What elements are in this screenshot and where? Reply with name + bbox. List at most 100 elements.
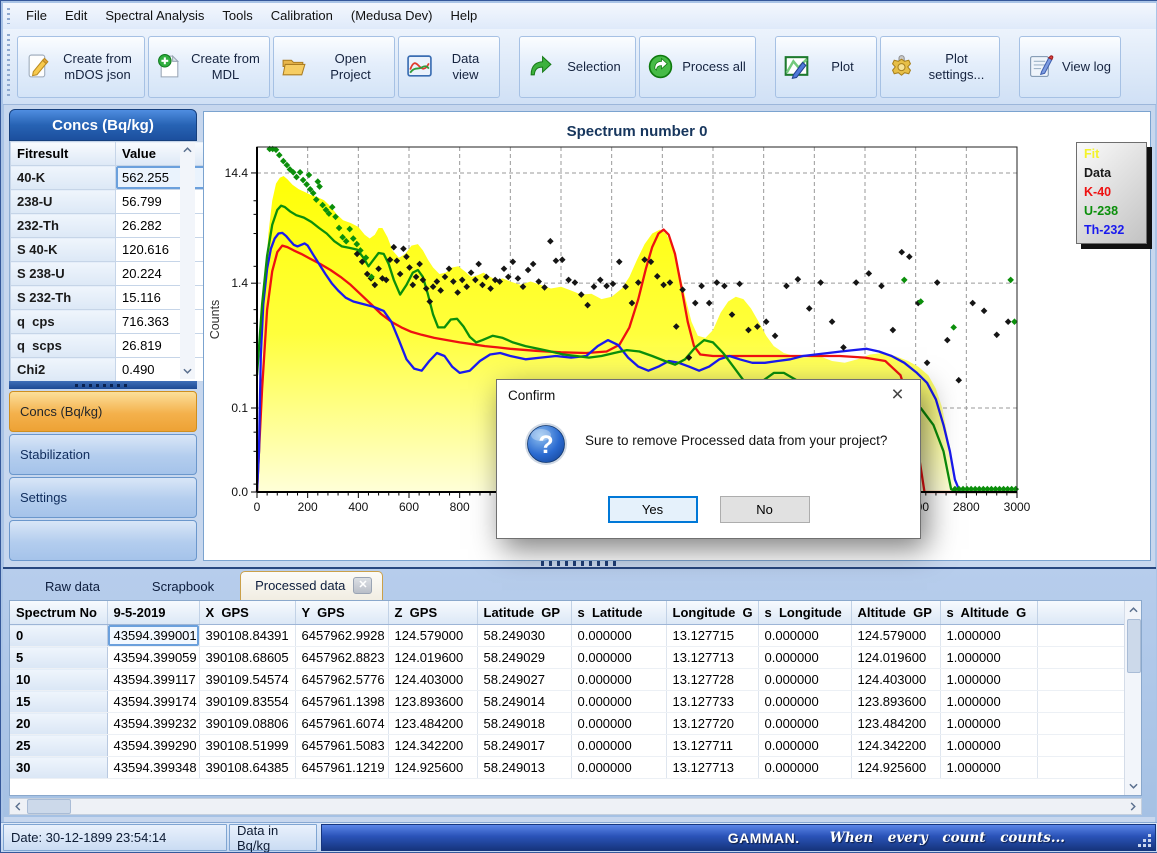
scroll-up-icon[interactable]	[180, 142, 195, 158]
column-header-altitude-gp[interactable]: Altitude GP	[851, 601, 940, 625]
data-cell[interactable]: 1.000000	[940, 735, 1037, 757]
tab-scrapbook[interactable]: Scrapbook	[126, 574, 240, 600]
data-cell[interactable]: 390109.83554	[199, 691, 295, 713]
data-cell[interactable]: 43594.399348	[107, 757, 199, 779]
fitresult-name[interactable]: 40-K	[11, 166, 116, 190]
data-cell[interactable]: 6457962.5776	[295, 669, 388, 691]
data-cell[interactable]: 390108.51999	[199, 735, 295, 757]
column-header-y-gps[interactable]: Y GPS	[295, 601, 388, 625]
data-cell[interactable]: 0.000000	[571, 735, 666, 757]
row-header-cell[interactable]: 5	[10, 647, 107, 669]
data-cell[interactable]: 58.249027	[477, 669, 571, 691]
menu-item-help[interactable]: Help	[442, 3, 487, 29]
data-cell[interactable]: 390109.54574	[199, 669, 295, 691]
data-cell[interactable]: 0.000000	[571, 647, 666, 669]
column-header-s-longitude[interactable]: s Longitude	[758, 601, 851, 625]
scroll-left-icon[interactable]	[10, 799, 26, 814]
data-cell[interactable]: 6457961.5083	[295, 735, 388, 757]
data-cell[interactable]: 1.000000	[940, 691, 1037, 713]
data-cell[interactable]: 124.925600	[851, 757, 940, 779]
fitresult-name[interactable]: 232-Th	[11, 214, 116, 238]
sidebar-item-stabilization[interactable]: Stabilization	[9, 434, 197, 475]
data-cell[interactable]: 124.019600	[388, 647, 477, 669]
row-header-cell[interactable]: 15	[10, 691, 107, 713]
data-cell[interactable]: 124.019600	[851, 647, 940, 669]
data-cell[interactable]: 58.249029	[477, 647, 571, 669]
data-cell[interactable]: 0.000000	[758, 713, 851, 735]
scroll-right-icon[interactable]	[1125, 799, 1141, 814]
data-cell[interactable]: 0.000000	[571, 757, 666, 779]
data-cell[interactable]: 0.000000	[758, 757, 851, 779]
data-cell[interactable]: 0.000000	[571, 669, 666, 691]
no-button[interactable]: No	[720, 496, 810, 523]
create-from-mdos-json-button[interactable]: Create from mDOS json	[17, 36, 145, 98]
menu-item-medusa-dev[interactable]: (Medusa Dev)	[342, 3, 442, 29]
data-cell[interactable]: 123.893600	[388, 691, 477, 713]
data-cell[interactable]: 13.127733	[666, 691, 758, 713]
fitresult-name[interactable]: q scps	[11, 334, 116, 358]
data-cell[interactable]: 58.249014	[477, 691, 571, 713]
data-cell[interactable]: 124.579000	[388, 625, 477, 647]
data-cell[interactable]: 0.000000	[571, 691, 666, 713]
create-from-mdl-button[interactable]: Create from MDL	[148, 36, 270, 98]
fitresult-name[interactable]: q cps	[11, 310, 116, 334]
data-cell[interactable]: 0.000000	[758, 735, 851, 757]
sidebar-item-concs-bq-kg[interactable]: Concs (Bq/kg)	[9, 391, 197, 432]
data-cell[interactable]: 6457961.1219	[295, 757, 388, 779]
data-cell[interactable]: 390108.68605	[199, 647, 295, 669]
data-cell[interactable]: 13.127720	[666, 713, 758, 735]
data-cell[interactable]: 43594.399174	[107, 691, 199, 713]
horizontal-splitter[interactable]	[541, 561, 619, 566]
column-header-s-altitude-g[interactable]: s Altitude G	[940, 601, 1037, 625]
plot-button[interactable]: Plot	[775, 36, 877, 98]
grid-vertical-scrollbar[interactable]	[1124, 601, 1141, 795]
data-cell[interactable]: 43594.399232	[107, 713, 199, 735]
data-cell[interactable]: 13.127713	[666, 757, 758, 779]
tab-processed-data[interactable]: Processed data✕	[240, 571, 383, 600]
data-cell[interactable]: 6457962.8823	[295, 647, 388, 669]
data-cell[interactable]: 1.000000	[940, 757, 1037, 779]
data-cell[interactable]: 124.403000	[388, 669, 477, 691]
data-cell[interactable]: 0.000000	[758, 691, 851, 713]
dialog-close-icon[interactable]: ×	[875, 380, 920, 409]
data-cell[interactable]: 13.127713	[666, 647, 758, 669]
data-cell[interactable]: 13.127728	[666, 669, 758, 691]
column-header-spectrum-no[interactable]: Spectrum No	[10, 601, 107, 625]
scroll-up-icon[interactable]	[1125, 602, 1141, 618]
scroll-down-icon[interactable]	[1125, 778, 1141, 794]
data-view-button[interactable]: Data view	[398, 36, 500, 98]
data-cell[interactable]: 124.925600	[388, 757, 477, 779]
data-cell[interactable]: 58.249030	[477, 625, 571, 647]
row-header-cell[interactable]: 20	[10, 713, 107, 735]
data-cell[interactable]: 43594.399117	[107, 669, 199, 691]
open-project-button[interactable]: Open Project	[273, 36, 395, 98]
tab-raw-data[interactable]: Raw data	[19, 574, 126, 600]
menu-item-file[interactable]: File	[17, 3, 56, 29]
data-cell[interactable]: 6457961.1398	[295, 691, 388, 713]
process-all-button[interactable]: Process all	[639, 36, 756, 98]
data-cell[interactable]: 0.000000	[571, 713, 666, 735]
data-cell[interactable]: 13.127711	[666, 735, 758, 757]
view-log-button[interactable]: View log	[1019, 36, 1121, 98]
column-header-z-gps[interactable]: Z GPS	[388, 601, 477, 625]
data-cell[interactable]: 123.893600	[851, 691, 940, 713]
row-header-cell[interactable]: 25	[10, 735, 107, 757]
data-cell[interactable]: 0.000000	[571, 625, 666, 647]
sidebar-item-settings[interactable]: Settings	[9, 477, 197, 518]
resize-grip-icon[interactable]	[1138, 834, 1152, 848]
row-header-cell[interactable]: 10	[10, 669, 107, 691]
data-cell[interactable]: 124.342200	[388, 735, 477, 757]
data-cell[interactable]: 123.484200	[851, 713, 940, 735]
column-header-longitude-g[interactable]: Longitude G	[666, 601, 758, 625]
fitresult-name[interactable]: S 40-K	[11, 238, 116, 262]
data-cell[interactable]: 0.000000	[758, 647, 851, 669]
data-cell[interactable]: 1.000000	[940, 713, 1037, 735]
data-cell[interactable]: 123.484200	[388, 713, 477, 735]
data-cell[interactable]: 43594.399290	[107, 735, 199, 757]
data-cell[interactable]: 1.000000	[940, 669, 1037, 691]
data-cell[interactable]: 58.249017	[477, 735, 571, 757]
data-cell[interactable]: 58.249018	[477, 713, 571, 735]
row-header-cell[interactable]: 30	[10, 757, 107, 779]
vertical-scroll-thumb[interactable]	[1127, 619, 1141, 673]
menu-item-calibration[interactable]: Calibration	[262, 3, 342, 29]
